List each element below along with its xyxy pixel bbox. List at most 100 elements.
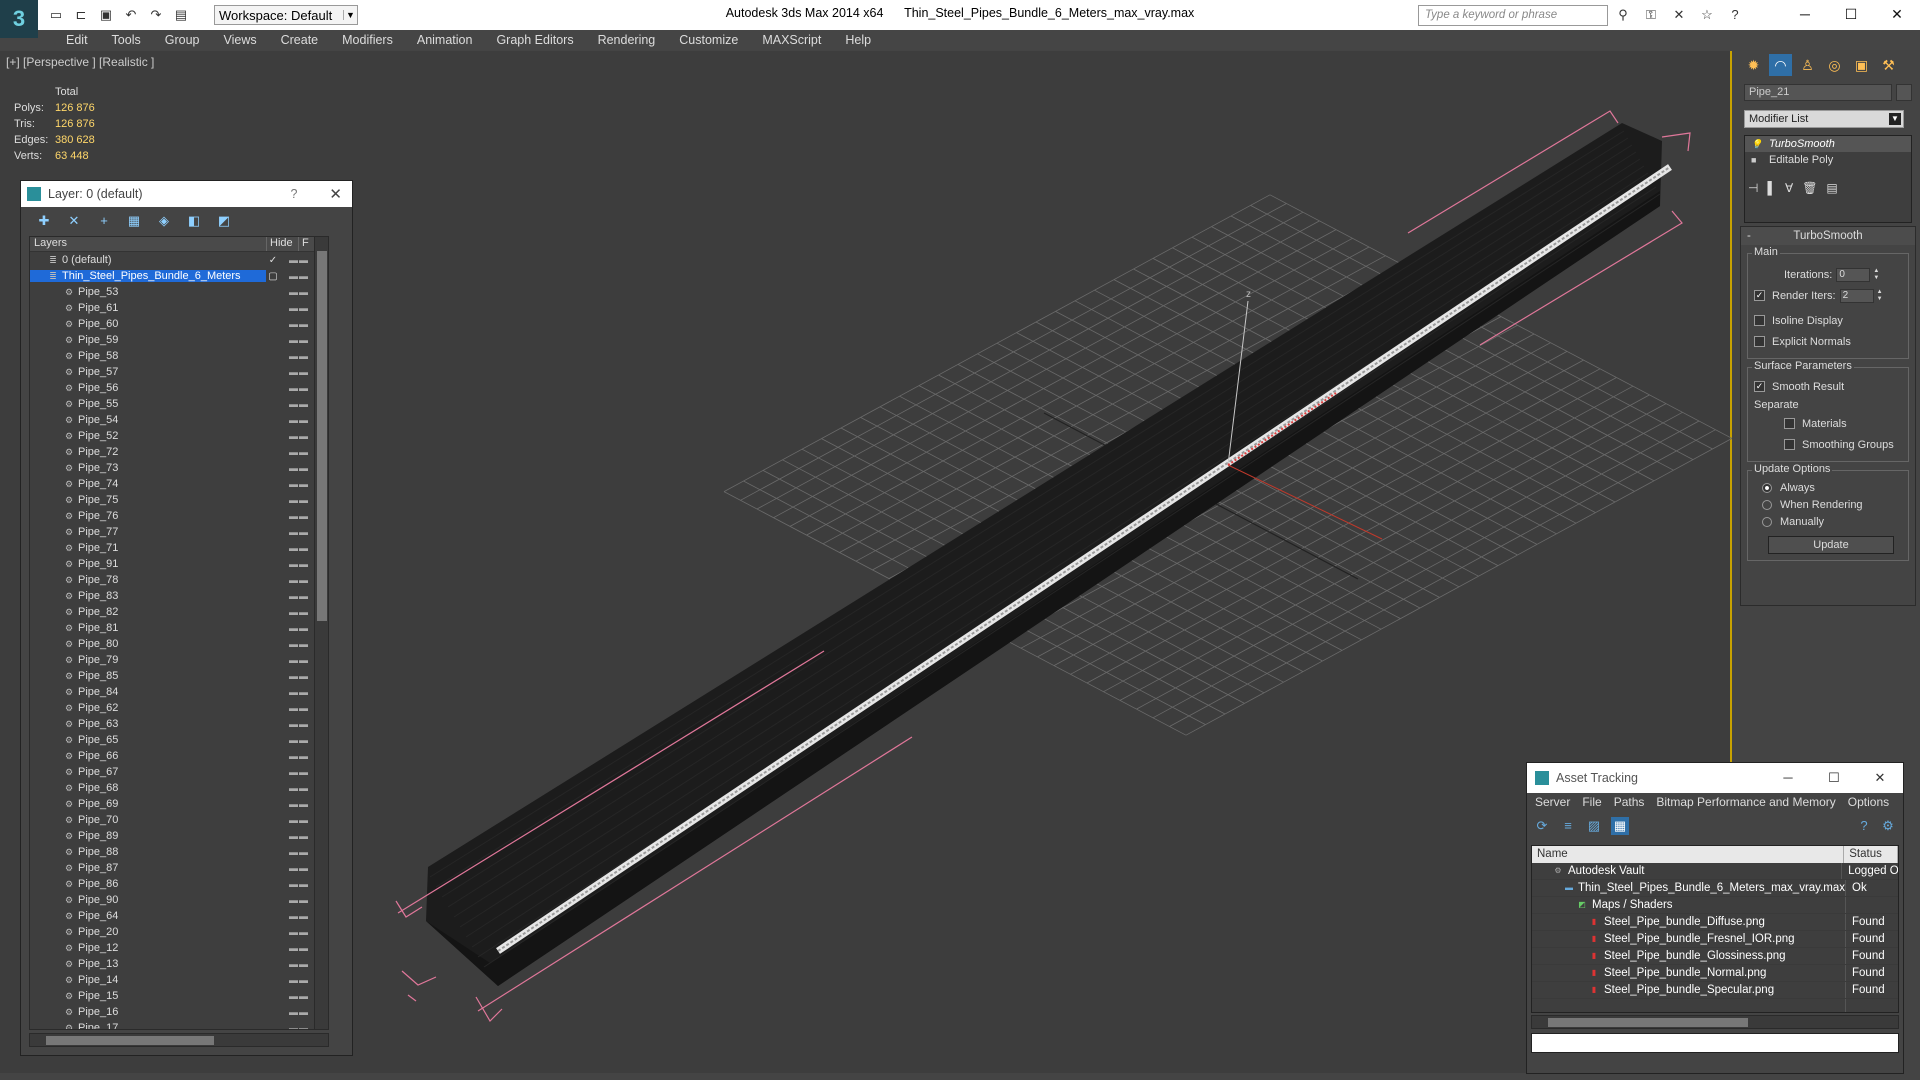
iterations-spinner[interactable]: 0: [1836, 267, 1871, 282]
search-input[interactable]: Type a keyword or phrase: [1418, 5, 1608, 26]
layer-row[interactable]: ⚙ Pipe_68 ▬▬: [30, 780, 328, 796]
layer-name-cell[interactable]: ⚙ Pipe_60: [30, 318, 266, 330]
layer-row[interactable]: ⚙ Pipe_74 ▬▬: [30, 476, 328, 492]
hide-toggle[interactable]: ▬▬: [280, 287, 318, 297]
when-rendering-radio[interactable]: [1762, 499, 1772, 510]
object-color-swatch[interactable]: [1896, 84, 1912, 101]
layer-name-cell[interactable]: ⚙ Pipe_13: [30, 958, 266, 970]
layer-row[interactable]: ⚙ Pipe_66 ▬▬: [30, 748, 328, 764]
project-folder-icon[interactable]: ▤: [171, 6, 191, 24]
menu-paths[interactable]: Paths: [1608, 793, 1651, 813]
layer-row[interactable]: ⚙ Pipe_81 ▬▬: [30, 620, 328, 636]
layer-name-cell[interactable]: ⚙ Pipe_80: [30, 638, 266, 650]
configure-modifier-sets-icon[interactable]: ▤: [1826, 181, 1837, 203]
layer-row[interactable]: ⚙ Pipe_86 ▬▬: [30, 876, 328, 892]
asset-name-cell[interactable]: ▮ Steel_Pipe_bundle_Glossiness.png: [1532, 948, 1846, 964]
asset-name-cell[interactable]: ▮ Steel_Pipe_bundle_Diffuse.png: [1532, 914, 1846, 930]
render-iters-checkbox[interactable]: ✓: [1754, 290, 1765, 301]
lightbulb-icon[interactable]: 💡: [1751, 139, 1762, 149]
layer-row[interactable]: ≣ 0 (default) ✓ ▬▬: [30, 252, 328, 268]
hide-toggle[interactable]: ▬▬: [280, 255, 318, 265]
layer-row[interactable]: ⚙ Pipe_16 ▬▬: [30, 1004, 328, 1020]
layer-name-cell[interactable]: ⚙ Pipe_15: [30, 990, 266, 1002]
hide-toggle[interactable]: ▬▬: [280, 719, 318, 729]
layer-row[interactable]: ⚙ Pipe_57 ▬▬: [30, 364, 328, 380]
hide-toggle[interactable]: ▬▬: [280, 399, 318, 409]
hide-toggle[interactable]: ▬▬: [280, 703, 318, 713]
highlight-layer-icon[interactable]: ◈: [153, 212, 175, 230]
layer-row[interactable]: ⚙ Pipe_84 ▬▬: [30, 684, 328, 700]
asset-path-field[interactable]: [1531, 1033, 1899, 1053]
layer-name-cell[interactable]: ⚙ Pipe_20: [30, 926, 266, 938]
hide-toggle[interactable]: ▬▬: [280, 303, 318, 313]
layer-row[interactable]: ⚙ Pipe_73 ▬▬: [30, 460, 328, 476]
hide-toggle[interactable]: ▬▬: [280, 527, 318, 537]
layer-row[interactable]: ⚙ Pipe_60 ▬▬: [30, 316, 328, 332]
redo-icon[interactable]: ↷: [146, 6, 166, 24]
layer-name-cell[interactable]: ⚙ Pipe_17: [30, 1022, 266, 1029]
layer-name-cell[interactable]: ⚙ Pipe_82: [30, 606, 266, 618]
menu-graph-editors[interactable]: Graph Editors: [484, 30, 585, 50]
layer-row[interactable]: ⚙ Pipe_52 ▬▬: [30, 428, 328, 444]
layer-name-cell[interactable]: ⚙ Pipe_52: [30, 430, 266, 442]
layer-row[interactable]: ⚙ Pipe_14 ▬▬: [30, 972, 328, 988]
viewport-label[interactable]: [+] [Perspective ] [Realistic ]: [6, 55, 154, 69]
create-layer-icon[interactable]: ✚: [33, 212, 55, 230]
asset-name-cell[interactable]: ▮ Steel_Pipe_bundle_Fresnel_IOR.png: [1532, 931, 1846, 947]
hierarchy-tab-icon[interactable]: ♙: [1796, 54, 1819, 76]
layer-row[interactable]: ⚙ Pipe_13 ▬▬: [30, 956, 328, 972]
hide-toggle[interactable]: ▬▬: [280, 447, 318, 457]
layer-row[interactable]: ⚙ Pipe_79 ▬▬: [30, 652, 328, 668]
hide-all-layers-icon[interactable]: ◧: [183, 212, 205, 230]
add-to-layer-icon[interactable]: +: [93, 212, 115, 230]
layer-name-cell[interactable]: ≣ Thin_Steel_Pipes_Bundle_6_Meters: [30, 270, 266, 282]
layer-row[interactable]: ⚙ Pipe_61 ▬▬: [30, 300, 328, 316]
layer-name-cell[interactable]: ⚙ Pipe_53: [30, 286, 266, 298]
layer-row[interactable]: ⚙ Pipe_12 ▬▬: [30, 940, 328, 956]
layer-row[interactable]: ⚙ Pipe_67 ▬▬: [30, 764, 328, 780]
hide-toggle[interactable]: ▬▬: [280, 815, 318, 825]
layer-row[interactable]: ⚙ Pipe_77 ▬▬: [30, 524, 328, 540]
asset-name-cell[interactable]: ▬ Thin_Steel_Pipes_Bundle_6_Meters_max_vr…: [1532, 880, 1846, 896]
hide-toggle[interactable]: ▬▬: [280, 335, 318, 345]
layer-row[interactable]: ⚙ Pipe_20 ▬▬: [30, 924, 328, 940]
asset-row[interactable]: ▮ Steel_Pipe_bundle_Normal.png Found: [1532, 965, 1898, 982]
layer-name-cell[interactable]: ⚙ Pipe_56: [30, 382, 266, 394]
layer-name-cell[interactable]: ⚙ Pipe_16: [30, 1006, 266, 1018]
layer-row[interactable]: ⚙ Pipe_15 ▬▬: [30, 988, 328, 1004]
spinner-arrows-icon[interactable]: ▲ ▼: [1877, 289, 1885, 303]
layer-name-cell[interactable]: ⚙ Pipe_70: [30, 814, 266, 826]
hide-toggle[interactable]: ▬▬: [280, 927, 318, 937]
hide-column-header[interactable]: Hide: [266, 237, 298, 251]
layer-row[interactable]: ⚙ Pipe_17 ▬▬: [30, 1020, 328, 1029]
menu-server[interactable]: Server: [1529, 793, 1576, 813]
layer-list[interactable]: Layers Hide F ≣ 0 (default) ✓ ▬▬ ≣ Thin_Steel…: [29, 236, 329, 1030]
layer-name-cell[interactable]: ⚙ Pipe_65: [30, 734, 266, 746]
hide-toggle[interactable]: ▬▬: [280, 847, 318, 857]
current-layer-check[interactable]: ▢: [266, 271, 280, 282]
update-button[interactable]: Update: [1768, 536, 1894, 554]
minimize-icon[interactable]: ─: [1765, 770, 1811, 786]
asset-name-cell[interactable]: ◩ Maps / Shaders: [1532, 897, 1846, 913]
layer-row[interactable]: ≣ Thin_Steel_Pipes_Bundle_6_Meters ▢ ▬▬: [30, 268, 328, 284]
hide-toggle[interactable]: ▬▬: [280, 495, 318, 505]
thumbnail-view-icon[interactable]: ▨: [1585, 817, 1603, 835]
hide-toggle[interactable]: ▬▬: [280, 943, 318, 953]
show-end-result-icon[interactable]: ▌: [1767, 181, 1776, 203]
close-icon[interactable]: ✕: [1874, 0, 1920, 30]
make-unique-icon[interactable]: ∀: [1785, 181, 1793, 203]
freeze-all-layers-icon[interactable]: ◩: [213, 212, 235, 230]
layer-name-cell[interactable]: ⚙ Pipe_73: [30, 462, 266, 474]
layer-name-cell[interactable]: ⚙ Pipe_14: [30, 974, 266, 986]
new-file-icon[interactable]: ▭: [46, 6, 66, 24]
menu-help[interactable]: Help: [833, 30, 883, 50]
layer-row[interactable]: ⚙ Pipe_88 ▬▬: [30, 844, 328, 860]
pin-stack-icon[interactable]: ⊣: [1748, 181, 1758, 203]
layer-row[interactable]: ⚙ Pipe_64 ▬▬: [30, 908, 328, 924]
menu-file[interactable]: File: [1576, 793, 1607, 813]
maximize-icon[interactable]: ☐: [1811, 770, 1857, 786]
layer-row[interactable]: ⚙ Pipe_63 ▬▬: [30, 716, 328, 732]
layer-row[interactable]: ⚙ Pipe_56 ▬▬: [30, 380, 328, 396]
communication-icon[interactable]: ✕: [1668, 6, 1690, 24]
layer-name-cell[interactable]: ⚙ Pipe_58: [30, 350, 266, 362]
